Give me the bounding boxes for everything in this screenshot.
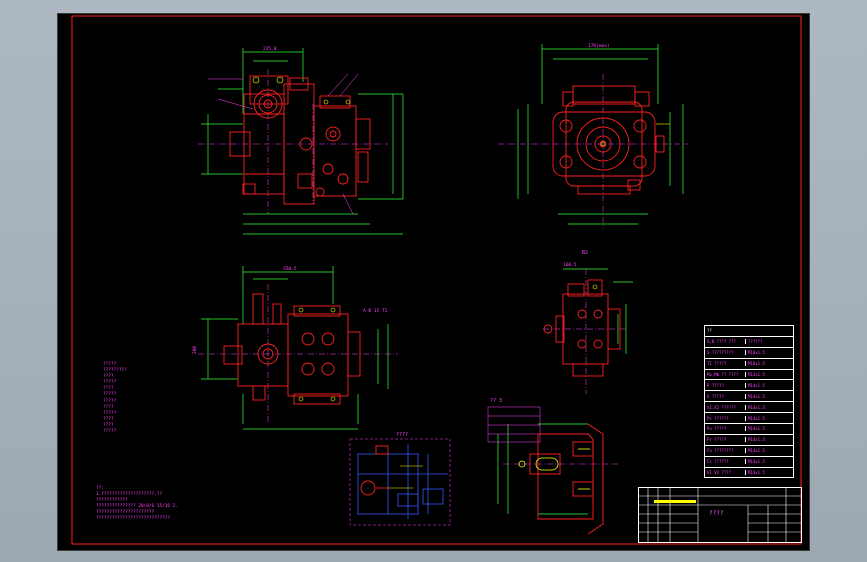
dim-top-left-width: 225.8 xyxy=(263,46,277,52)
legend-row: X ????? M14x1.5 xyxy=(705,391,793,403)
dim-mid-left-height: 200 xyxy=(192,346,198,354)
dim-top-right-width: 176(max) xyxy=(588,43,610,49)
legend-code: S ????????? xyxy=(707,350,734,356)
title-block: ???? xyxy=(638,487,802,543)
legend-code: T1 ????? xyxy=(707,361,727,367)
dim-mid-left-width: 350.5 xyxy=(283,266,297,272)
drawing-name: ???? xyxy=(709,510,724,517)
legend-row: Pu ????? M14x1.5 xyxy=(705,424,793,435)
legend-header-row: ?? xyxy=(705,326,793,337)
legend-row: X1,X2 ?????? M14x1.5 xyxy=(705,402,793,414)
legend-code: Fs ?????? xyxy=(707,459,729,465)
dim-schematic-note: A-B 15 T1 xyxy=(363,308,388,314)
legend-row: A,B ???? ????????? xyxy=(705,337,793,348)
legend-spec: M14x1.5 xyxy=(745,426,793,432)
notes-line: ????? xyxy=(103,429,117,435)
legend-spec: M14x1.5 xyxy=(745,404,793,410)
legend-spec: M14x1.5 xyxy=(745,470,793,476)
legend-row: S ????????? M16x1.5 xyxy=(705,348,793,359)
legend-spec: M16x1.5 xyxy=(745,350,793,356)
schematic-title: ???? xyxy=(396,432,408,438)
detail-section-view: ?? 3 xyxy=(487,398,618,535)
drawing-canvas: B2 ?? 3 ???? 225.8 176(max) 350.5 200 16… xyxy=(71,15,802,545)
legend-row: T1 ????? M18x1.5 xyxy=(705,359,793,370)
top-view-middle-left xyxy=(198,266,398,430)
legend-code: Ps ?????? xyxy=(707,415,729,421)
port-legend-table: ?? A,B ???? ????????? S ????????? M16x1.5… xyxy=(704,325,794,479)
drawing-sheet: B2 ?? 3 ???? 225.8 176(max) 350.5 200 16… xyxy=(57,13,810,551)
legend-row: Pr ????? M14x1.5 xyxy=(705,435,793,446)
legend-spec: M14x1.5 xyxy=(745,459,793,465)
legend-row: Ma,Mb ?? ???? M12x1.5 xyxy=(705,370,793,381)
section-label-c: ?? 3 xyxy=(490,398,502,404)
technical-requirements: ??: 1.????????????????????,?? ??????????… xyxy=(96,486,266,523)
legend-spec: M14x1.5 xyxy=(745,415,793,421)
legend-row: Ps ?????? M14x1.5 xyxy=(705,413,793,425)
legend-code: X1,X2 ?????? xyxy=(707,404,736,410)
legend-row: Fa ???????? M14x1.5 xyxy=(705,446,793,457)
legend-row: V1 V2 ???? M14x1.5 xyxy=(705,468,793,478)
legend-spec: M18x1.5 xyxy=(745,361,793,367)
technical-notes: ????? ????????? ???? ????? ???? ????? ??… xyxy=(103,362,198,435)
dim-small-view-width: 160.5 xyxy=(563,262,577,268)
legend-spec: M14x1.5 xyxy=(745,437,793,443)
cad-viewport[interactable]: B2 ?? 3 ???? 225.8 176(max) 350.5 200 16… xyxy=(0,0,867,562)
legend-code: R ????? xyxy=(707,382,724,388)
legend-code: Pu ????? xyxy=(707,426,727,432)
requirements-line: ???????????????????????????? xyxy=(96,516,171,522)
sheet-border xyxy=(71,15,802,545)
section-label-b: B2 xyxy=(582,250,588,256)
legend-code: Pr ????? xyxy=(707,437,727,443)
legend-spec: M14x1.5 xyxy=(745,382,793,388)
end-view-top-right xyxy=(498,44,688,229)
legend-code: X ????? xyxy=(707,393,724,399)
legend-code: V1 V2 ???? xyxy=(707,470,732,476)
front-view-top-left xyxy=(198,48,404,235)
legend-code: A,B ???? ??? xyxy=(707,339,736,345)
legend-spec: M14x1.5 xyxy=(745,393,793,399)
legend-header: ?? xyxy=(707,328,712,334)
legend-row: Fs ?????? M14x1.5 xyxy=(705,457,793,468)
legend-row: R ????? M14x1.5 xyxy=(705,380,793,392)
hydraulic-schematic: ???? xyxy=(349,432,451,526)
legend-spec: ?????? xyxy=(745,339,793,345)
legend-spec: M14x1.5 xyxy=(745,448,793,454)
legend-code: Fa ???????? xyxy=(707,448,734,454)
legend-spec: M12x1.5 xyxy=(745,372,793,377)
legend-code: Ma,Mb ?? ???? xyxy=(707,372,739,377)
side-view-b2: B2 xyxy=(543,250,633,394)
